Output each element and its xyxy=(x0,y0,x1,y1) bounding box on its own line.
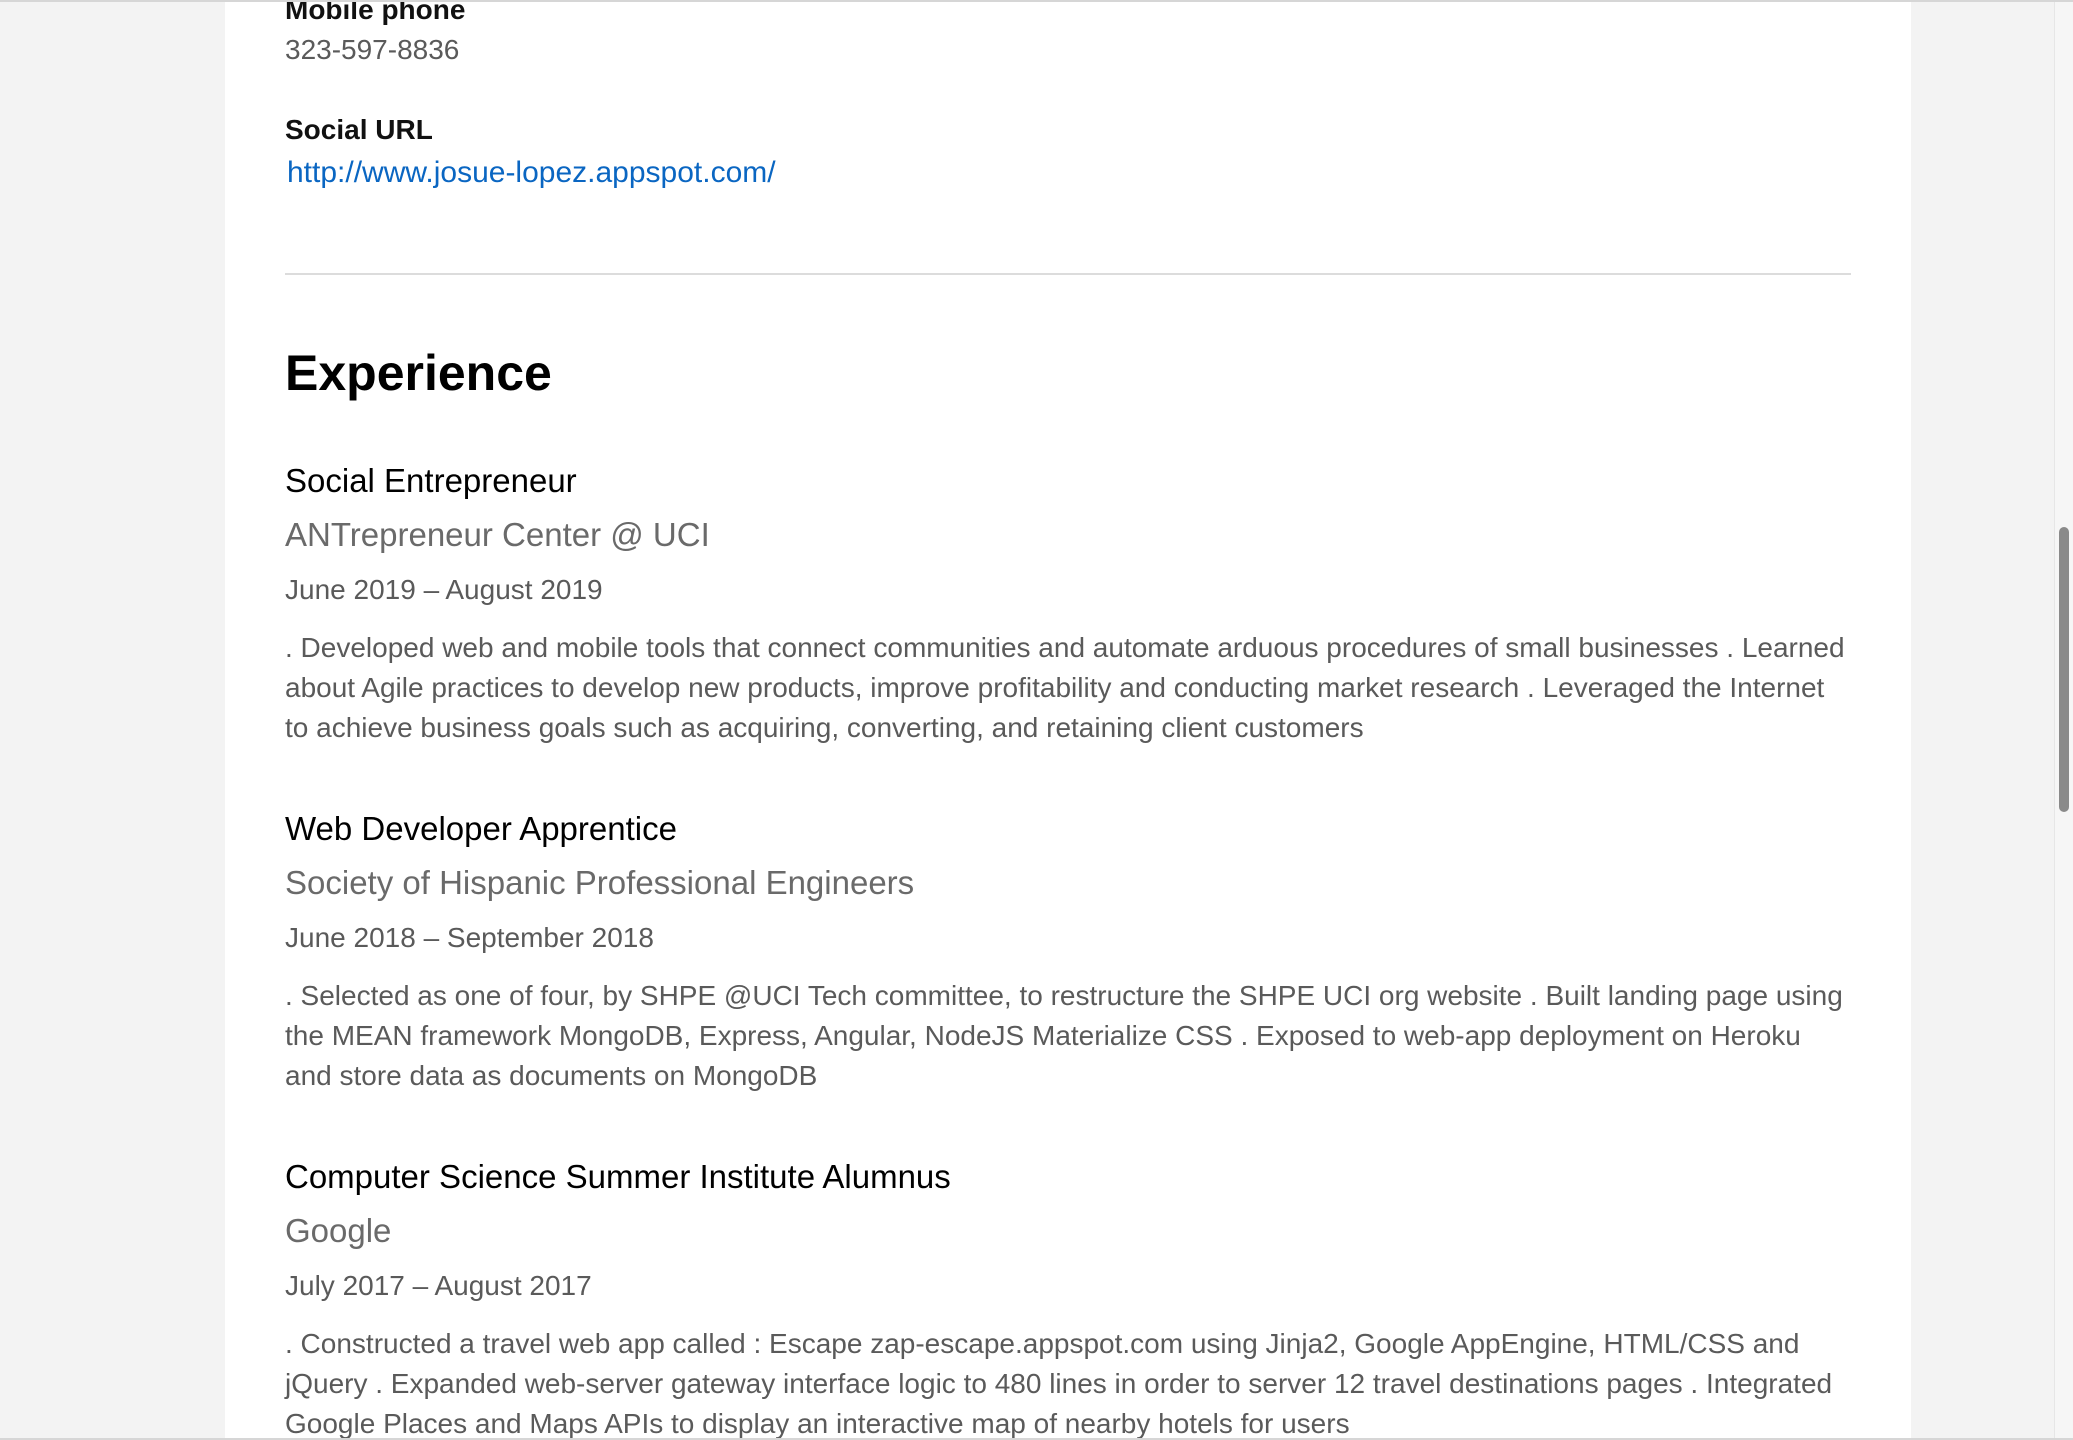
job-dates: June 2018 – September 2018 xyxy=(285,922,654,953)
job-description: . Selected as one of four, by SHPE @UCI … xyxy=(285,980,1843,1091)
job-dates: July 2017 – August 2017 xyxy=(285,1270,592,1301)
company-name: Society of Hispanic Professional Enginee… xyxy=(285,864,915,901)
browser-viewport: Mobile phone 323-597-8836 Social URL htt… xyxy=(0,0,2073,1440)
job-description: . Developed web and mobile tools that co… xyxy=(285,632,1845,743)
job-title: Web Developer Apprentice xyxy=(285,810,677,847)
mobile-phone-label: Mobile phone xyxy=(285,0,466,25)
mobile-phone-value: 323-597-8836 xyxy=(285,34,460,65)
section-divider xyxy=(285,273,1851,275)
experience-heading: Experience xyxy=(285,345,552,401)
company-name: ANTrepreneur Center @ UCI xyxy=(285,516,710,553)
profile-card: Mobile phone 323-597-8836 Social URL htt… xyxy=(225,2,1911,1440)
company-name: Google xyxy=(285,1212,392,1249)
job-description: . Constructed a travel web app called : … xyxy=(285,1328,1833,1439)
social-url-label: Social URL xyxy=(285,114,433,145)
vertical-scrollbar[interactable] xyxy=(2054,2,2073,1440)
job-title: Social Entrepreneur xyxy=(285,462,577,499)
job-title: Computer Science Summer Institute Alumnu… xyxy=(285,1158,951,1195)
social-url-link[interactable]: http://www.josue-lopez.appspot.com/ xyxy=(287,156,776,190)
scrollbar-thumb[interactable] xyxy=(2059,527,2069,812)
job-dates: June 2019 – August 2019 xyxy=(285,574,603,605)
